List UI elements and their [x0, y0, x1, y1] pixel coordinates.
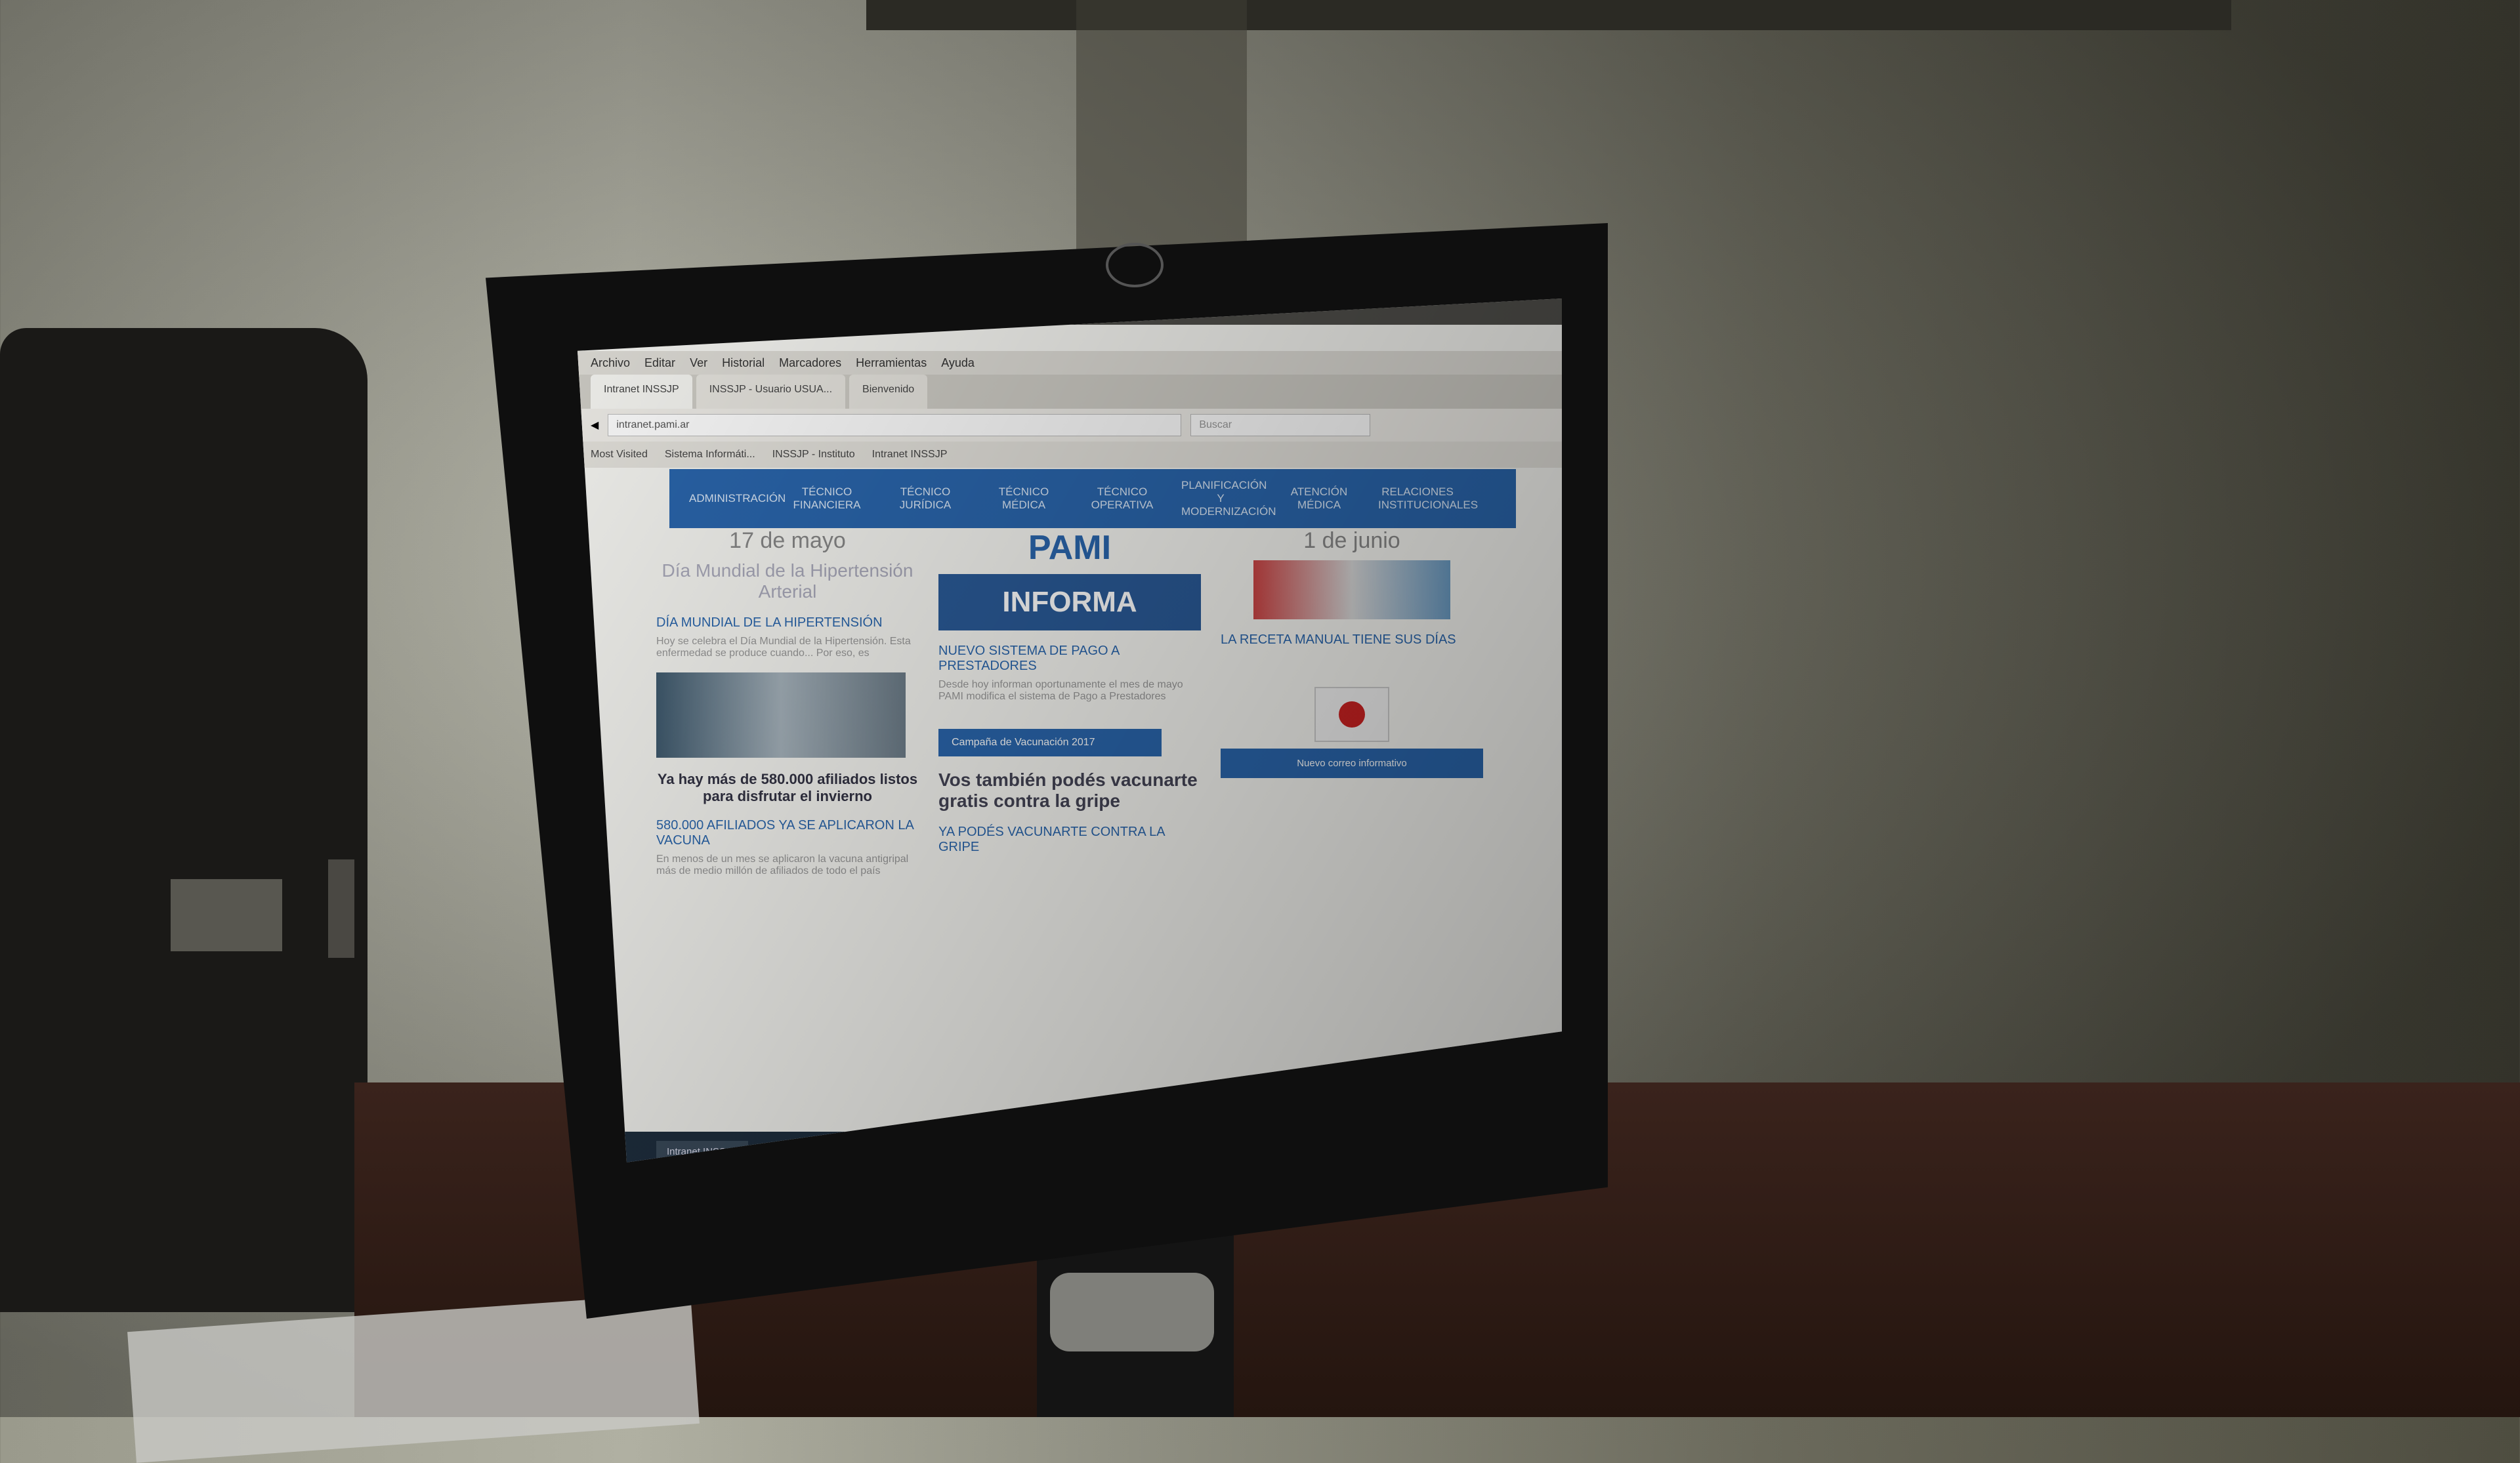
nav-item[interactable]: Técnico Jurídica: [886, 485, 965, 512]
news-photo[interactable]: [656, 672, 906, 758]
nav-item[interactable]: Administración: [689, 492, 786, 505]
hp-logo-icon: [1106, 243, 1164, 287]
wall-shelf: [866, 0, 2231, 30]
date-banner: 17 de mayo: [729, 528, 846, 553]
bookmark-item[interactable]: INSSJP - Instituto: [772, 442, 855, 468]
info-banner[interactable]: Nuevo correo informativo: [1221, 749, 1483, 778]
campaign-banner[interactable]: Campaña de Vacunación 2017: [938, 729, 1162, 756]
news-heading[interactable]: Ya podés vacunarte contra la gripe: [938, 825, 1201, 855]
menu-ver[interactable]: Ver: [690, 351, 707, 375]
news-heading[interactable]: La receta manual tiene sus días: [1221, 632, 1483, 648]
cabinet-label: [328, 859, 354, 958]
bookmarks-bar: Most Visited Sistema Informáti... INSSJP…: [578, 442, 1562, 468]
flag-emblem: [1339, 701, 1365, 728]
promo-text: Día Mundial de la Hipertensión Arterial: [662, 560, 914, 602]
informa-banner[interactable]: INFORMA: [938, 574, 1201, 630]
bookmark-item[interactable]: Intranet INSSJP: [872, 442, 948, 468]
nav-item[interactable]: Relaciones Institucionales: [1378, 485, 1478, 512]
tab-intranet[interactable]: Intranet INSSJP: [591, 375, 692, 409]
news-body: En menos de un mes se aplicaron la vacun…: [656, 854, 909, 876]
news-heading[interactable]: 580.000 afiliados ya se aplicaron la vac…: [656, 818, 919, 848]
news-body: Hoy se celebra el Día Mundial de la Hipe…: [656, 636, 911, 659]
news-column-left: 17 de mayo Día Mundial de la Hipertensió…: [656, 528, 919, 1151]
date-banner: 1 de junio: [1303, 528, 1400, 553]
nav-item[interactable]: Atención Médica: [1280, 485, 1358, 512]
nav-item[interactable]: Técnico Financiera: [788, 485, 866, 512]
flag-image: [1314, 687, 1389, 742]
monitor: Intranet INSSJP - Mozilla Firefox Archiv…: [486, 223, 1608, 1319]
nav-item[interactable]: Técnico Operativa: [1083, 485, 1162, 512]
nav-item[interactable]: Planificación y Modernización: [1181, 479, 1276, 518]
menu-bar: Archivo Editar Ver Historial Marcadores …: [578, 351, 1562, 375]
bookmark-item[interactable]: Most Visited: [591, 442, 648, 468]
back-arrow-icon[interactable]: ◀: [591, 419, 598, 432]
cabinet-label: [171, 879, 282, 951]
vaccine-promo: Vos también podés vacunarte gratis contr…: [938, 770, 1198, 811]
url-input[interactable]: intranet.pami.ar: [608, 414, 1182, 436]
navigation-bar: ◀ intranet.pami.ar Buscar: [578, 409, 1562, 442]
monitor-screen: Intranet INSSJP - Mozilla Firefox Archiv…: [578, 299, 1562, 1163]
news-thumbnail[interactable]: [1253, 560, 1450, 619]
file-cabinet: [0, 328, 368, 1312]
menu-herramientas[interactable]: Herramientas: [856, 351, 927, 375]
bookmark-item[interactable]: Sistema Informáti...: [665, 442, 755, 468]
news-column-center: PAMI INFORMA Nuevo sistema de pago a pre…: [938, 528, 1201, 1151]
menu-marcadores[interactable]: Marcadores: [779, 351, 841, 375]
news-heading[interactable]: Nuevo sistema de pago a prestadores: [938, 644, 1201, 674]
search-input[interactable]: Buscar: [1190, 414, 1371, 436]
menu-ayuda[interactable]: Ayuda: [941, 351, 975, 375]
menu-editar[interactable]: Editar: [644, 351, 675, 375]
site-navigation: Administración Técnico Financiera Técnic…: [669, 469, 1516, 528]
tab-usuario[interactable]: INSSJP - Usuario USUA...: [696, 375, 846, 409]
nav-item[interactable]: Técnico Médica: [984, 485, 1063, 512]
tab-bienvenido[interactable]: Bienvenido: [849, 375, 928, 409]
menu-archivo[interactable]: Archivo: [591, 351, 630, 375]
news-heading[interactable]: Día Mundial de la Hipertensión: [656, 615, 919, 630]
pami-logo: PAMI: [1028, 529, 1112, 567]
news-body: Desde hoy informan oportunamente el mes …: [938, 679, 1183, 702]
photo-caption: Ya hay más de 580.000 afiliados listos p…: [657, 771, 918, 804]
tab-strip: Intranet INSSJP INSSJP - Usuario USUA...…: [578, 375, 1562, 409]
menu-historial[interactable]: Historial: [722, 351, 765, 375]
